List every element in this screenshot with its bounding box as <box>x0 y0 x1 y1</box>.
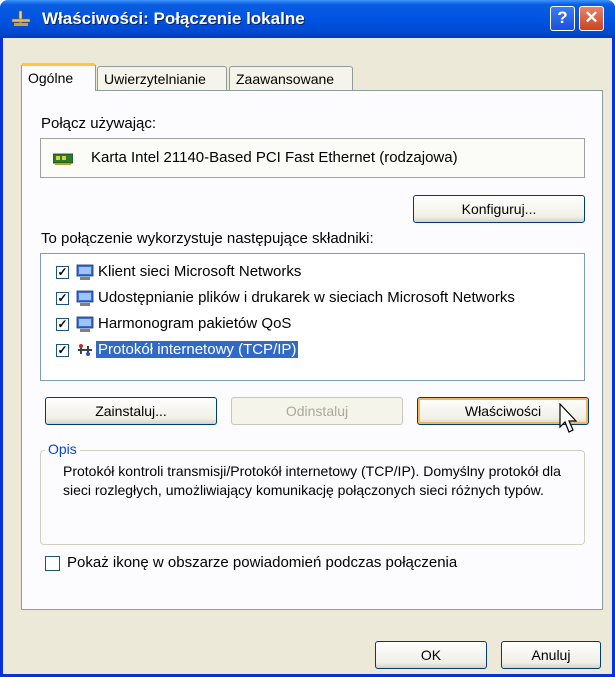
show-icon-label: Pokaż ikonę w obszarze powiadomień podcz… <box>67 554 458 571</box>
description-text: Protokół kontroli transmisji/Protokół in… <box>63 463 561 498</box>
title-bar[interactable]: Właściwości: Połączenie lokalne ? ✕ <box>0 0 615 38</box>
configure-button[interactable]: Konfiguruj... <box>413 195 585 223</box>
component-label: Klient sieci Microsoft Networks <box>98 263 302 280</box>
component-label: Protokół internetowy (TCP/IP) <box>96 341 299 358</box>
description-legend: Opis <box>45 441 80 457</box>
component-checkbox[interactable]: ✓ <box>56 318 69 331</box>
close-button[interactable]: ✕ <box>579 6 604 31</box>
components-list[interactable]: ✓ Klient sieci Microsoft Networks ✓ Udos… <box>40 253 585 381</box>
cancel-button[interactable]: Anuluj <box>501 641 601 669</box>
component-label: Harmonogram pakietów QoS <box>98 315 292 332</box>
component-label: Udostępnianie plików i drukarek w siecia… <box>98 289 515 306</box>
tab-authentication[interactable]: Uwierzytelnianie <box>97 66 227 90</box>
tab-advanced[interactable]: Zaawansowane <box>229 66 353 90</box>
component-checkbox[interactable]: ✓ <box>56 344 69 357</box>
network-service-icon <box>76 290 94 306</box>
protocol-icon <box>78 344 92 356</box>
network-connection-icon <box>11 10 31 26</box>
mouse-pointer-icon <box>559 403 578 433</box>
network-client-icon <box>76 264 94 280</box>
window-title: Właściwości: Połączenie lokalne <box>42 9 305 28</box>
ok-button[interactable]: OK <box>375 641 487 669</box>
adapter-field: Karta Intel 21140-Based PCI Fast Etherne… <box>40 138 585 178</box>
uninstall-button[interactable]: Odinstaluj <box>231 397 403 425</box>
properties-dialog: Właściwości: Połączenie lokalne ? ✕ Ogól… <box>0 0 615 677</box>
network-service-icon <box>76 316 94 332</box>
help-button[interactable]: ? <box>550 6 575 31</box>
component-checkbox[interactable]: ✓ <box>56 292 69 305</box>
tab-general[interactable]: Ogólne <box>21 63 96 91</box>
adapter-name: Karta Intel 21140-Based PCI Fast Etherne… <box>91 149 458 166</box>
connect-using-label: Połącz używając: <box>41 115 157 132</box>
components-label: To połączenie wykorzystuje następujące s… <box>41 230 374 247</box>
show-icon-checkbox[interactable] <box>45 556 60 571</box>
network-card-icon <box>53 153 73 165</box>
component-checkbox[interactable]: ✓ <box>56 266 69 279</box>
install-button[interactable]: Zainstaluj... <box>45 397 217 425</box>
